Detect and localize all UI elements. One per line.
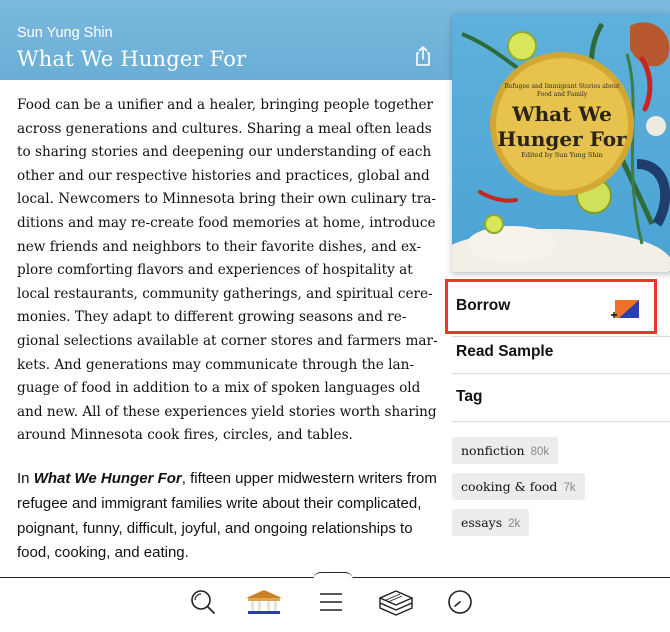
books-icon[interactable] — [376, 588, 416, 616]
summary-line-rest: , fifteen upper midwestern writers from — [181, 470, 437, 487]
tag-label: essays — [461, 515, 503, 530]
tag-count: 2k — [508, 518, 521, 530]
tag-chip[interactable]: cooking & food 7k — [452, 473, 585, 500]
divider — [452, 373, 670, 374]
summary-prefix: In — [17, 470, 34, 487]
description-line: new friends and neighbors to their favor… — [17, 238, 422, 255]
borrow-button[interactable]: Borrow — [456, 297, 510, 315]
book-title: What We Hunger For — [17, 47, 247, 71]
cover-title: What We Hunger For — [494, 102, 630, 152]
library-icon[interactable] — [244, 588, 284, 616]
cover-title-line: Hunger For — [497, 127, 627, 151]
search-icon[interactable] — [189, 588, 217, 616]
summary-line: poignant, funny, difficult, joyful, and … — [17, 519, 413, 537]
description-line: around Minnesota cook fires, circles, an… — [17, 427, 353, 444]
summary-line: In What We Hunger For, fifteen upper mid… — [17, 467, 437, 492]
borrow-library-icon[interactable] — [609, 298, 641, 322]
description-line: plore comforting flavors and experiences… — [17, 262, 413, 279]
description-line: Food can be a unifier and a healer, brin… — [17, 97, 434, 113]
description-line: across generations and cultures. Sharing… — [17, 120, 432, 137]
tag-label: cooking & food — [461, 479, 558, 494]
cover-subtitle: Refugee and Immigrant Stories about Food… — [504, 83, 620, 98]
description-line: monies. They adapt to different growing … — [17, 309, 407, 326]
tag-label: nonfiction — [461, 443, 525, 458]
description-line: local restaurants, community gatherings,… — [17, 285, 433, 302]
tag-chip[interactable]: nonfiction 80k — [452, 437, 559, 464]
description-line: to sharing stories and deepening our und… — [17, 144, 432, 161]
tag-count: 7k — [563, 482, 576, 494]
divider — [452, 421, 670, 422]
description-line: ditions and may re-create food memories … — [17, 214, 436, 231]
tag-count: 80k — [530, 446, 550, 458]
book-cover[interactable]: Refugee and Immigrant Stories about Food… — [452, 14, 670, 272]
clock-icon[interactable] — [446, 588, 474, 616]
cover-title-line: What We — [512, 102, 612, 126]
summary-line: food, cooking, and eating. — [17, 544, 189, 562]
divider — [452, 336, 670, 337]
description-line: gional selections available at corner st… — [17, 332, 438, 349]
cover-editor: Edited by Sun Yung Shin — [521, 151, 603, 159]
book-summary: In What We Hunger For, fifteen upper mid… — [17, 467, 437, 566]
description-line: guage of food in addition to a mix of sp… — [17, 380, 421, 397]
description-line: and new. All of these experiences yield … — [17, 403, 437, 420]
description-line: other and our respective histories and p… — [17, 167, 430, 184]
summary-book-title: What We Hunger For — [33, 470, 182, 487]
bottom-nav-notch — [313, 572, 353, 580]
read-sample-button[interactable]: Read Sample — [456, 343, 553, 361]
description-line: local. Newcomers to Minnesota bring thei… — [17, 191, 436, 208]
summary-line: refugee and immigrant families write abo… — [17, 494, 422, 512]
tag-button[interactable]: Tag — [456, 388, 482, 406]
description-line: kets. And generations may communicate th… — [17, 356, 414, 373]
menu-icon[interactable] — [317, 588, 345, 616]
author-name[interactable]: Sun Yung Shin — [17, 25, 113, 41]
share-icon[interactable] — [413, 45, 433, 67]
book-description: Food can be a unifier and a healer, brin… — [17, 94, 438, 448]
tag-chip[interactable]: essays 2k — [452, 509, 530, 536]
